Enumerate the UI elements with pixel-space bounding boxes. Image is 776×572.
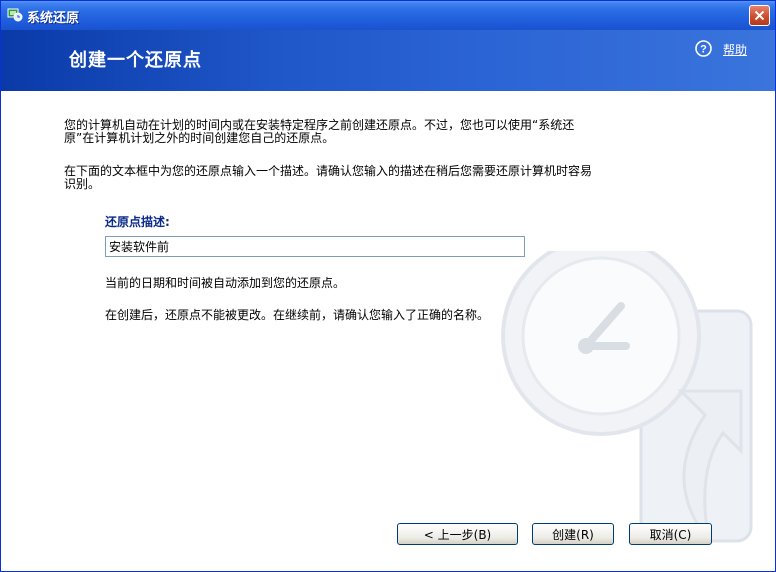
instruction-text: 在下面的文本框中为您的还原点输入一个描述。请确认您输入的描述在稍后您需要还原计算…	[64, 164, 593, 191]
system-restore-icon	[7, 8, 23, 22]
svg-text:?: ?	[700, 44, 707, 56]
description-input[interactable]	[105, 236, 525, 257]
back-button[interactable]: < 上一步(B)	[397, 523, 518, 545]
window-title: 系统还原	[27, 11, 80, 26]
close-icon	[754, 10, 765, 21]
system-restore-window: 系统还原 创建一个还原点 ? 帮助 您的计算机自动在计划的时间内或在安装特定程序…	[0, 0, 776, 572]
close-button[interactable]	[749, 5, 770, 26]
wizard-header: 创建一个还原点 ? 帮助	[1, 30, 775, 91]
intro-text: 您的计算机自动在计划的时间内或在安装特定程序之前创建还原点。不过，您也可以使用“…	[64, 118, 575, 145]
wizard-content: 您的计算机自动在计划的时间内或在安装特定程序之前创建还原点。不过，您也可以使用“…	[1, 91, 775, 571]
cancel-button[interactable]: 取消(C)	[629, 523, 712, 545]
description-label: 还原点描述:	[105, 215, 170, 229]
create-button[interactable]: 创建(R)	[532, 523, 614, 545]
help-icon[interactable]: ?	[695, 40, 712, 57]
warning-note: 在创建后，还原点不能被更改。在继续前，请确认您输入了正确的名称。	[105, 308, 490, 322]
datetime-note: 当前的日期和时间被自动添加到您的还原点。	[105, 276, 346, 290]
help-link[interactable]: 帮助	[723, 41, 747, 58]
title-bar[interactable]: 系统还原	[1, 1, 775, 30]
page-title: 创建一个还原点	[69, 50, 202, 71]
